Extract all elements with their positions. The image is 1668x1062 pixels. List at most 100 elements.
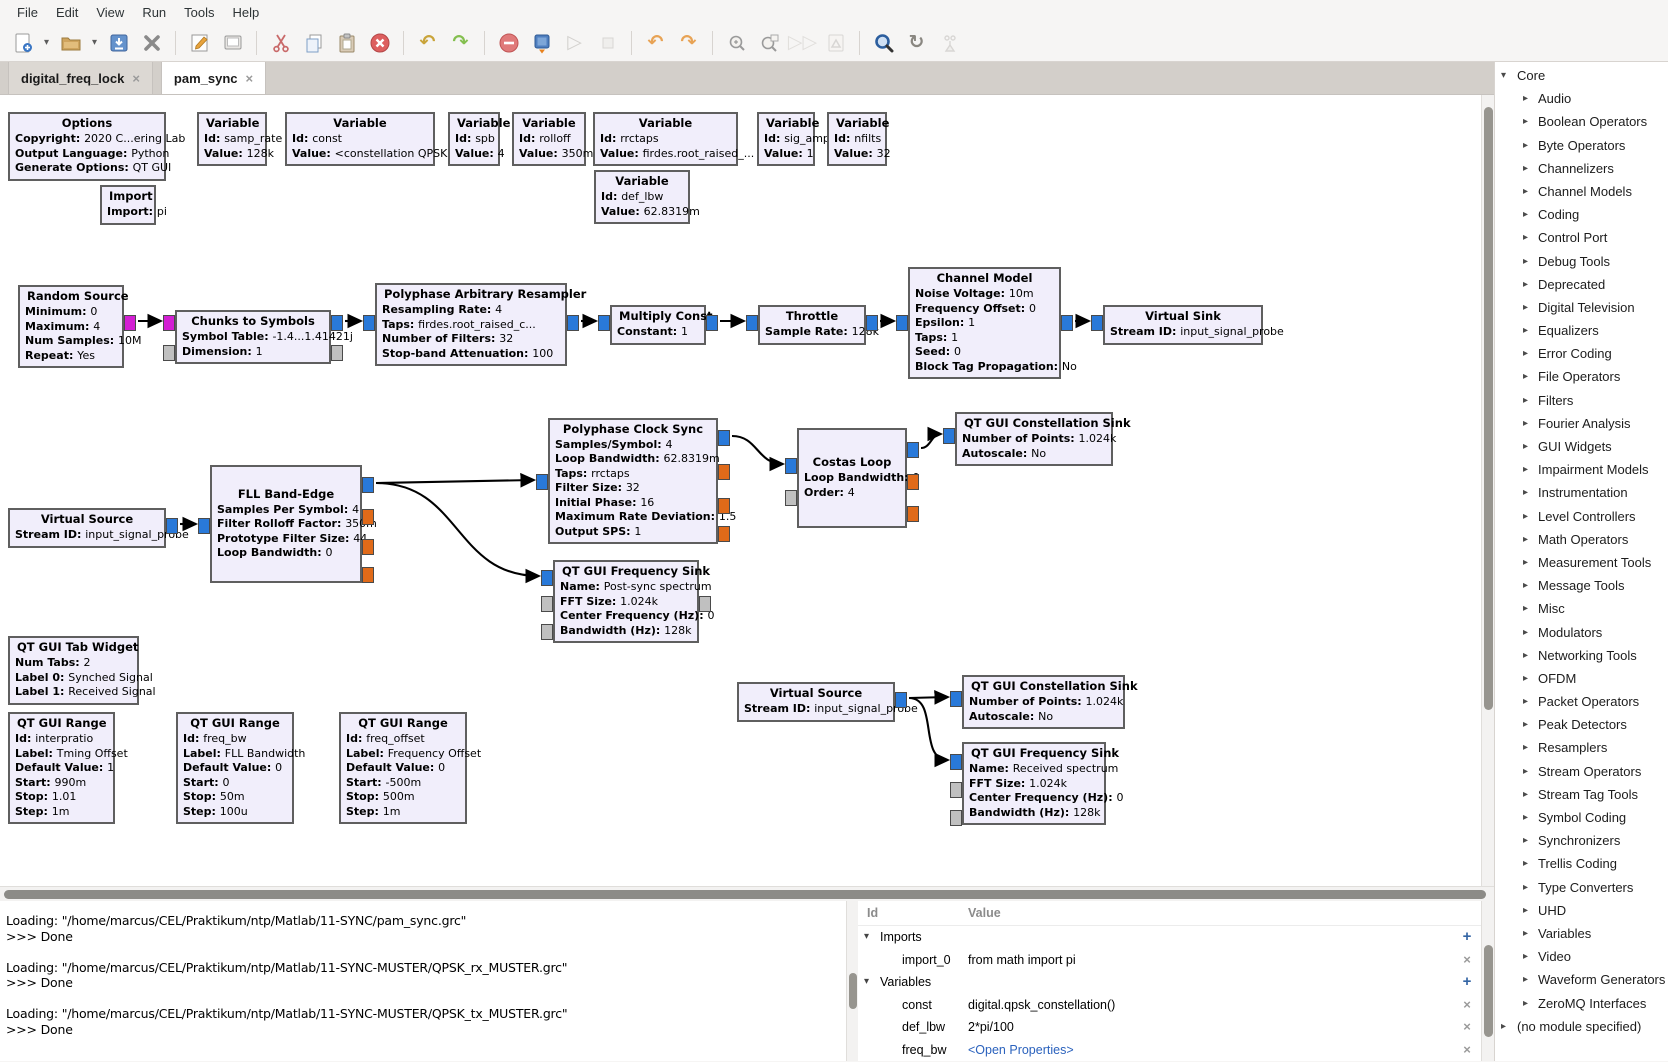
block-import-pi[interactable]: ImportImport: pi [100, 185, 156, 225]
tree-category-digital-television[interactable]: ▸Digital Television [1495, 296, 1668, 319]
tree-category-message-tools[interactable]: ▸Message Tools [1495, 574, 1668, 597]
variable-row-def-lbw[interactable]: def_lbw2*pi/100× [858, 1016, 1481, 1039]
tree-category-stream-tag-tools[interactable]: ▸Stream Tag Tools [1495, 783, 1668, 806]
block-multiply-const[interactable]: Multiply ConstConstant: 1 [610, 305, 706, 345]
remove-icon[interactable]: × [1459, 1039, 1475, 1062]
message-port[interactable] [950, 810, 962, 826]
variable-row-variables[interactable]: ▾Variables+ [858, 971, 1481, 994]
open-flowgraph-button[interactable] [54, 27, 87, 59]
block-variable-rrctaps[interactable]: VariableId: rrctapsValue: firdes.root_ra… [593, 112, 738, 166]
variable-row-imports[interactable]: ▾Imports+ [858, 926, 1481, 949]
menu-view[interactable]: View [87, 3, 133, 22]
block-qt-gui-range-freq-bw[interactable]: QT GUI RangeId: freq_bwLabel: FLL Bandwi… [176, 712, 294, 824]
find-block-button[interactable] [867, 27, 900, 59]
remove-icon[interactable]: × [1459, 994, 1475, 1017]
block-variable-rolloff[interactable]: VariableId: rolloffValue: 350m [512, 112, 586, 166]
block-chunks-to-symbols[interactable]: Chunks to SymbolsSymbol Table: -1.4...1.… [175, 310, 331, 364]
tree-category-fourier-analysis[interactable]: ▸Fourier Analysis [1495, 412, 1668, 435]
float-port[interactable] [907, 474, 919, 490]
block-qt-gui-constellation-sink-2[interactable]: QT GUI Constellation SinkNumber of Point… [962, 675, 1125, 729]
connection[interactable] [921, 434, 941, 448]
menu-edit[interactable]: Edit [47, 3, 87, 22]
variable-row-const[interactable]: constdigital.qpsk_constellation()× [858, 994, 1481, 1017]
delete-button[interactable] [363, 27, 396, 59]
tab-close-icon[interactable]: × [132, 71, 140, 86]
tree-category-type-converters[interactable]: ▸Type Converters [1495, 876, 1668, 899]
kill-flowgraph-button[interactable] [492, 27, 525, 59]
float-port[interactable] [907, 506, 919, 522]
tree-category-packet-operators[interactable]: ▸Packet Operators [1495, 690, 1668, 713]
complex-port[interactable] [943, 428, 955, 444]
complex-port[interactable] [896, 315, 908, 331]
copy-button[interactable] [297, 27, 330, 59]
tree-category-filters[interactable]: ▸Filters [1495, 389, 1668, 412]
tree-category-no-module-specified[interactable]: ▸(no module specified) [1495, 1015, 1668, 1038]
block-qt-gui-tab-widget[interactable]: QT GUI Tab WidgetNum Tabs: 2Label 0: Syn… [8, 636, 139, 705]
byte-port[interactable] [124, 315, 136, 331]
complex-port[interactable] [866, 315, 878, 331]
block-throttle[interactable]: ThrottleSample Rate: 128k [758, 305, 866, 345]
tree-category-modulators[interactable]: ▸Modulators [1495, 621, 1668, 644]
tree-category-impairment-models[interactable]: ▸Impairment Models [1495, 458, 1668, 481]
tree-category-gui-widgets[interactable]: ▸GUI Widgets [1495, 435, 1668, 458]
paste-button[interactable] [330, 27, 363, 59]
float-port[interactable] [362, 539, 374, 555]
block-variable-spb[interactable]: VariableId: spbValue: 4 [448, 112, 500, 166]
menu-run[interactable]: Run [133, 3, 175, 22]
tree-category-trellis-coding[interactable]: ▸Trellis Coding [1495, 852, 1668, 875]
tree-category-deprecated[interactable]: ▸Deprecated [1495, 273, 1668, 296]
tree-category-zeromq-interfaces[interactable]: ▸ZeroMQ Interfaces [1495, 992, 1668, 1015]
block-variable-nfilts[interactable]: VariableId: nfiltsValue: 32 [827, 112, 887, 166]
block-polyphase-arbitrary-resampler[interactable]: Polyphase Arbitrary ResamplerResampling … [375, 283, 567, 366]
connection[interactable] [376, 483, 539, 576]
tree-category-equalizers[interactable]: ▸Equalizers [1495, 319, 1668, 342]
connection[interactable] [909, 697, 948, 698]
complex-port[interactable] [362, 477, 374, 493]
tree-category-misc[interactable]: ▸Misc [1495, 597, 1668, 620]
redo-button[interactable]: ↷ [444, 27, 477, 59]
new-flowgraph-button[interactable] [6, 27, 39, 59]
remove-icon[interactable]: × [1459, 1016, 1475, 1039]
message-port[interactable] [541, 596, 553, 612]
tree-category-channel-models[interactable]: ▸Channel Models [1495, 180, 1668, 203]
complex-port[interactable] [1061, 315, 1073, 331]
canvas-vertical-scrollbar[interactable] [1481, 95, 1495, 886]
complex-port[interactable] [541, 570, 553, 586]
block-variable-const[interactable]: VariableId: constValue: <constellation Q… [285, 112, 435, 166]
tree-category-uhd[interactable]: ▸UHD [1495, 899, 1668, 922]
message-port[interactable] [699, 596, 711, 612]
block-virtual-source-2[interactable]: Virtual SourceStream ID: input_signal_pr… [737, 682, 895, 722]
tree-category-byte-operators[interactable]: ▸Byte Operators [1495, 134, 1668, 157]
save-flowgraph-button[interactable] [102, 27, 135, 59]
float-port[interactable] [718, 498, 730, 514]
collapse-arrow-icon[interactable]: ▾ [864, 926, 869, 949]
variable-row-freq-bw[interactable]: freq_bw<Open Properties>× [858, 1039, 1481, 1062]
undo-button[interactable]: ↶ [411, 27, 444, 59]
complex-port[interactable] [198, 518, 210, 534]
block-qt-gui-range-freq-offset[interactable]: QT GUI RangeId: freq_offsetLabel: Freque… [339, 712, 467, 824]
tree-category-networking-tools[interactable]: ▸Networking Tools [1495, 644, 1668, 667]
complex-port[interactable] [166, 518, 178, 534]
message-port[interactable] [785, 490, 797, 506]
complex-port[interactable] [1091, 315, 1103, 331]
canvas-horizontal-scrollbar[interactable] [0, 886, 1494, 902]
byte-port[interactable] [163, 315, 175, 331]
cut-button[interactable] [264, 27, 297, 59]
float-port[interactable] [718, 464, 730, 480]
tree-category-error-coding[interactable]: ▸Error Coding [1495, 342, 1668, 365]
tree-category-waveform-generators[interactable]: ▸Waveform Generators [1495, 968, 1668, 991]
tab-digital_freq_lock[interactable]: digital_freq_lock× [8, 62, 153, 94]
complex-port[interactable] [567, 315, 579, 331]
block-fll-band-edge[interactable]: FLL Band-EdgeSamples Per Symbol: 4Filter… [210, 465, 362, 583]
block-virtual-sink[interactable]: Virtual SinkStream ID: input_signal_prob… [1103, 305, 1263, 345]
close-tab-button[interactable] [135, 27, 168, 59]
zoom-in-button[interactable] [720, 27, 753, 59]
tree-category-coding[interactable]: ▸Coding [1495, 203, 1668, 226]
remove-icon[interactable]: × [1459, 949, 1475, 972]
complex-port[interactable] [706, 315, 718, 331]
complex-port[interactable] [950, 691, 962, 707]
new-dropdown-button[interactable]: ▾ [39, 27, 54, 59]
row-value[interactable]: digital.qpsk_constellation() [968, 994, 1115, 1017]
tree-category-variables[interactable]: ▸Variables [1495, 922, 1668, 945]
open-dropdown-button[interactable]: ▾ [87, 27, 102, 59]
